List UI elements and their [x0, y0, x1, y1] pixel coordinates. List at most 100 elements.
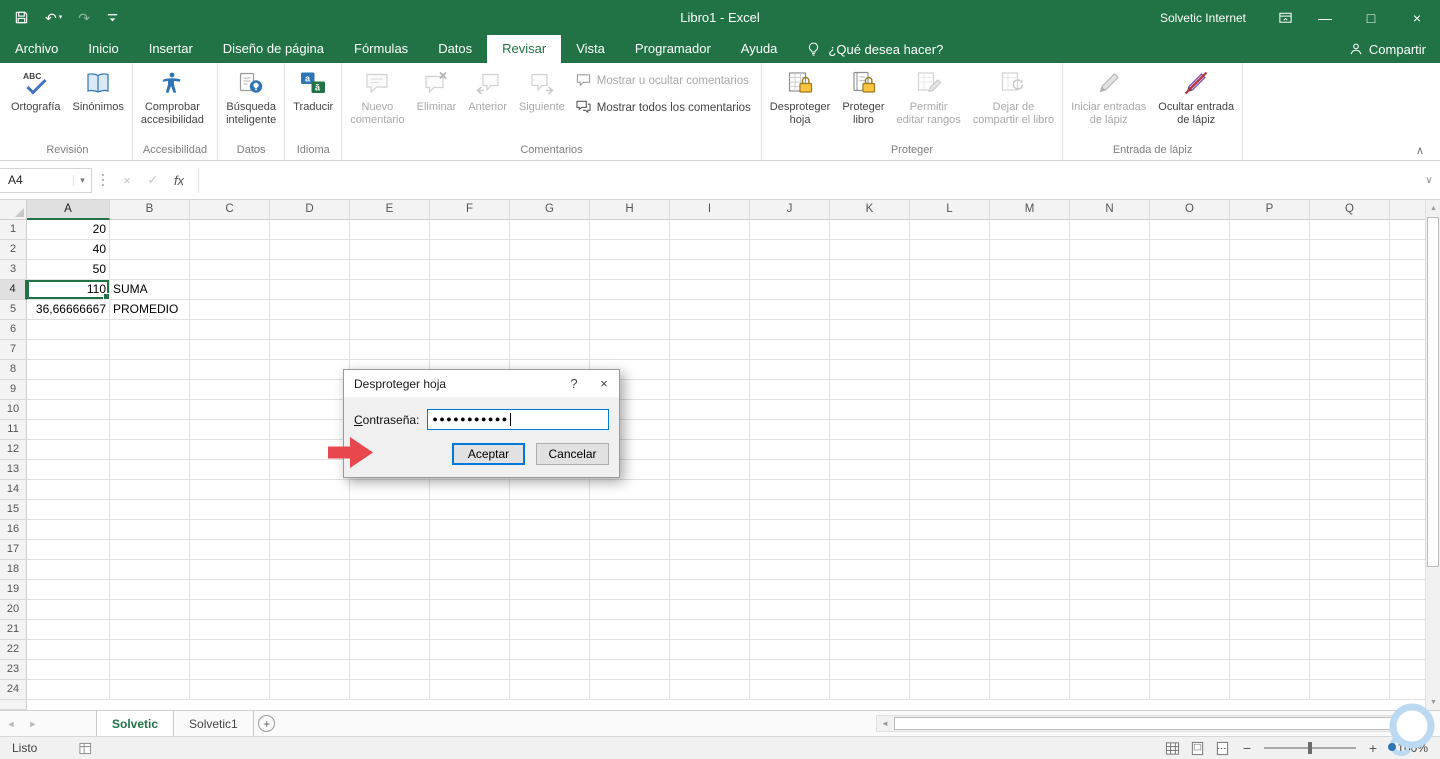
- sheet-nav-right-button[interactable]: ►: [22, 711, 44, 736]
- cell-N8[interactable]: [1070, 360, 1150, 380]
- cell-M9[interactable]: [990, 380, 1070, 400]
- cell-O12[interactable]: [1150, 440, 1230, 460]
- cell-I15[interactable]: [670, 500, 750, 520]
- cell-L23[interactable]: [910, 660, 990, 680]
- cell-Q20[interactable]: [1310, 600, 1390, 620]
- cell-M19[interactable]: [990, 580, 1070, 600]
- cell-Q16[interactable]: [1310, 520, 1390, 540]
- zoom-out-button[interactable]: −: [1240, 740, 1254, 756]
- cell-G17[interactable]: [510, 540, 590, 560]
- cell-G22[interactable]: [510, 640, 590, 660]
- row-header-8[interactable]: 8: [0, 360, 27, 380]
- cell-P12[interactable]: [1230, 440, 1310, 460]
- cell-J20[interactable]: [750, 600, 830, 620]
- cell-Q7[interactable]: [1310, 340, 1390, 360]
- cell-H2[interactable]: [590, 240, 670, 260]
- cell-Q15[interactable]: [1310, 500, 1390, 520]
- cell-O13[interactable]: [1150, 460, 1230, 480]
- cell-I21[interactable]: [670, 620, 750, 640]
- user-account[interactable]: Solvetic Internet: [1160, 11, 1246, 25]
- ribbon-button-proteger-libro[interactable]: Proteger libro: [836, 63, 890, 143]
- view-page-layout-button[interactable]: [1190, 741, 1205, 756]
- ribbon-tab-inicio[interactable]: Inicio: [73, 35, 133, 63]
- cell-A15[interactable]: [27, 500, 110, 520]
- cell-J9[interactable]: [750, 380, 830, 400]
- cell-C24[interactable]: [190, 680, 270, 700]
- save-button[interactable]: [14, 10, 29, 25]
- cell-O2[interactable]: [1150, 240, 1230, 260]
- cell-H5[interactable]: [590, 300, 670, 320]
- scroll-left-button[interactable]: ◄: [877, 719, 893, 728]
- cell-C20[interactable]: [190, 600, 270, 620]
- cell-H17[interactable]: [590, 540, 670, 560]
- cell-G14[interactable]: [510, 480, 590, 500]
- cell-K16[interactable]: [830, 520, 910, 540]
- cell-D14[interactable]: [270, 480, 350, 500]
- cell-F16[interactable]: [430, 520, 510, 540]
- cell-J4[interactable]: [750, 280, 830, 300]
- cell-N22[interactable]: [1070, 640, 1150, 660]
- cell-I12[interactable]: [670, 440, 750, 460]
- row-header-23[interactable]: 23: [0, 660, 27, 680]
- cell-K12[interactable]: [830, 440, 910, 460]
- cell-K19[interactable]: [830, 580, 910, 600]
- cell-N4[interactable]: [1070, 280, 1150, 300]
- cell-P6[interactable]: [1230, 320, 1310, 340]
- row-header-15[interactable]: 15: [0, 500, 27, 520]
- cell-F4[interactable]: [430, 280, 510, 300]
- cell-I23[interactable]: [670, 660, 750, 680]
- cell-A11[interactable]: [27, 420, 110, 440]
- view-normal-button[interactable]: [1165, 741, 1180, 756]
- cell-M24[interactable]: [990, 680, 1070, 700]
- cell-Q4[interactable]: [1310, 280, 1390, 300]
- cell-A10[interactable]: [27, 400, 110, 420]
- cell-F18[interactable]: [430, 560, 510, 580]
- cell-B5[interactable]: PROMEDIO: [110, 300, 190, 320]
- cell-N16[interactable]: [1070, 520, 1150, 540]
- cell-K14[interactable]: [830, 480, 910, 500]
- cell-C1[interactable]: [190, 220, 270, 240]
- cell-B10[interactable]: [110, 400, 190, 420]
- cell-C23[interactable]: [190, 660, 270, 680]
- ribbon-button-mostrar-u-ocultar-comentarios[interactable]: Mostrar u ocultar comentarios: [576, 72, 751, 90]
- cell-D24[interactable]: [270, 680, 350, 700]
- cell-L9[interactable]: [910, 380, 990, 400]
- cell-G15[interactable]: [510, 500, 590, 520]
- cell-J12[interactable]: [750, 440, 830, 460]
- cell-N10[interactable]: [1070, 400, 1150, 420]
- cell-O8[interactable]: [1150, 360, 1230, 380]
- cell-M18[interactable]: [990, 560, 1070, 580]
- cell-E3[interactable]: [350, 260, 430, 280]
- cell-G7[interactable]: [510, 340, 590, 360]
- cell-O15[interactable]: [1150, 500, 1230, 520]
- cell-E17[interactable]: [350, 540, 430, 560]
- cell-D6[interactable]: [270, 320, 350, 340]
- cell-O14[interactable]: [1150, 480, 1230, 500]
- cell-M12[interactable]: [990, 440, 1070, 460]
- cell-C7[interactable]: [190, 340, 270, 360]
- cell-B15[interactable]: [110, 500, 190, 520]
- ribbon-button-busqueda-inteligente[interactable]: Búsqueda inteligente: [220, 63, 282, 143]
- cell-Q10[interactable]: [1310, 400, 1390, 420]
- cell-O7[interactable]: [1150, 340, 1230, 360]
- cell-F22[interactable]: [430, 640, 510, 660]
- cell-L12[interactable]: [910, 440, 990, 460]
- cell-L14[interactable]: [910, 480, 990, 500]
- cell-C14[interactable]: [190, 480, 270, 500]
- cell-D1[interactable]: [270, 220, 350, 240]
- cell-M15[interactable]: [990, 500, 1070, 520]
- row-header-14[interactable]: 14: [0, 480, 27, 500]
- cell-L16[interactable]: [910, 520, 990, 540]
- formula-bar-splitter[interactable]: [92, 173, 114, 187]
- cell-C8[interactable]: [190, 360, 270, 380]
- cell-F20[interactable]: [430, 600, 510, 620]
- cell-L8[interactable]: [910, 360, 990, 380]
- cell-P1[interactable]: [1230, 220, 1310, 240]
- cell-M20[interactable]: [990, 600, 1070, 620]
- cell-A2[interactable]: 40: [27, 240, 110, 260]
- cell-K13[interactable]: [830, 460, 910, 480]
- cell-O22[interactable]: [1150, 640, 1230, 660]
- cell-E14[interactable]: [350, 480, 430, 500]
- cell-P16[interactable]: [1230, 520, 1310, 540]
- cell-F7[interactable]: [430, 340, 510, 360]
